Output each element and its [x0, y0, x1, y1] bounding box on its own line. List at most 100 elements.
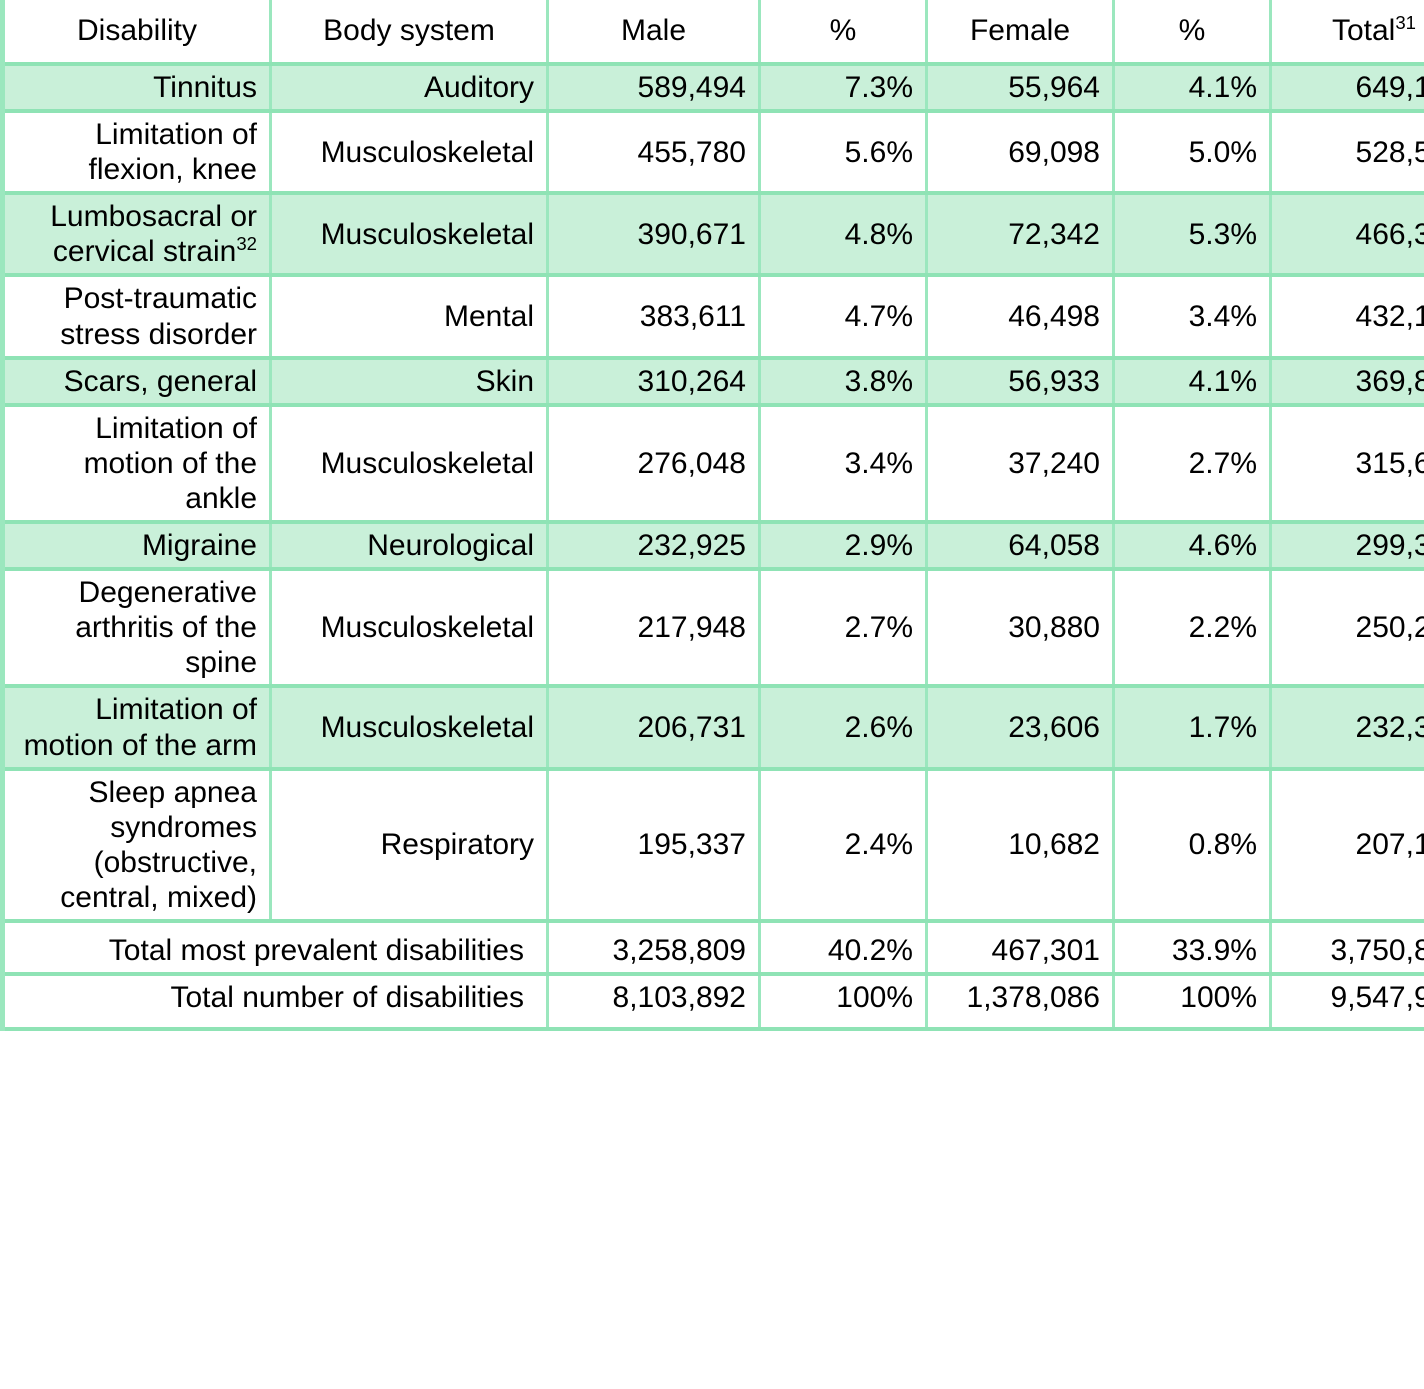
- column-header-female-percent[interactable]: %: [1113, 0, 1272, 66]
- cell-female: 55,964: [926, 64, 1115, 114]
- footer-female-pct-total-most-prevalent: 33.9%: [1113, 920, 1272, 977]
- footer-total-total-most-prevalent: 3,750,834: [1270, 920, 1424, 977]
- cell-body-system: Musculoskeletal: [270, 686, 549, 771]
- cell-male-percent: 2.6%: [759, 686, 928, 771]
- cell-male-percent: 4.7%: [759, 275, 928, 360]
- cell-male: 390,671: [547, 193, 761, 278]
- cell-body-system: Musculoskeletal: [270, 404, 549, 525]
- cell-female: 64,058: [926, 522, 1115, 572]
- footer-male-pct-total-number: 100%: [759, 974, 928, 1032]
- cell-female: 37,240: [926, 404, 1115, 525]
- cell-total: 528,592: [1270, 111, 1424, 196]
- column-header-disability[interactable]: Disability: [0, 0, 272, 66]
- cell-male-percent: 2.9%: [759, 522, 928, 572]
- cell-male-percent: 4.8%: [759, 193, 928, 278]
- cell-body-system: Mental: [270, 275, 549, 360]
- table-body: Tinnitus Auditory 589,494 7.3% 55,964 4.1% 649…: [0, 64, 1424, 923]
- column-header-total[interactable]: Total31: [1270, 0, 1424, 66]
- cell-disability: Limitation of flexion, knee: [0, 111, 272, 196]
- footer-female-total-most-prevalent: 467,301: [926, 920, 1115, 977]
- column-header-total-text: Total: [1331, 14, 1396, 48]
- cell-female-percent: 5.3%: [1113, 193, 1272, 278]
- cell-body-system: Musculoskeletal: [270, 193, 549, 278]
- table-row: Tinnitus Auditory 589,494 7.3% 55,964 4.1% 649…: [0, 64, 1424, 114]
- cell-disability-text: Lumbosacral or cervical strain: [50, 200, 257, 269]
- table-footer: Total most prevalent disabilities 3,258,…: [0, 920, 1424, 1032]
- cell-total: 299,340: [1270, 522, 1424, 572]
- cell-female: 56,933: [926, 357, 1115, 407]
- cell-body-system: Respiratory: [270, 768, 549, 923]
- column-header-male-percent[interactable]: %: [759, 0, 928, 66]
- cell-disability: Migraine: [0, 522, 272, 572]
- cell-total: 232,373: [1270, 686, 1424, 771]
- cell-female-percent: 2.7%: [1113, 404, 1272, 525]
- cell-male: 206,731: [547, 686, 761, 771]
- cell-disability: Sleep apnea syndromes (obstructive, cent…: [0, 768, 272, 923]
- footer-label-total-most-prevalent: Total most prevalent disabilities: [0, 920, 549, 977]
- footer-male-pct-total-most-prevalent: 40.2%: [759, 920, 928, 977]
- cell-total: 649,157: [1270, 64, 1424, 114]
- footer-total-total-number: 9,547,932: [1270, 974, 1424, 1032]
- cell-female-percent: 5.0%: [1113, 111, 1272, 196]
- table-row: Limitation of motion of the arm Musculosk…: [0, 686, 1424, 771]
- table-row: Sleep apnea syndromes (obstructive, cent…: [0, 768, 1424, 923]
- cell-total: 432,198: [1270, 275, 1424, 360]
- cell-male-percent: 2.7%: [759, 569, 928, 689]
- cell-total: 250,220: [1270, 569, 1424, 689]
- cell-body-system: Musculoskeletal: [270, 111, 549, 196]
- table-header: Disability Body system Male % Female % T…: [0, 0, 1424, 66]
- table-row: Limitation of motion of the ankle Musculo…: [0, 404, 1424, 525]
- cell-female: 69,098: [926, 111, 1115, 196]
- cell-male: 310,264: [547, 357, 761, 407]
- cell-female: 72,342: [926, 193, 1115, 278]
- cell-male-percent: 5.6%: [759, 111, 928, 196]
- footnote-marker-32: 32: [236, 233, 257, 255]
- table-row: Lumbosacral or cervical strain32 Musculos…: [0, 193, 1424, 278]
- cell-disability: Degenerative arthritis of the spine: [0, 569, 272, 689]
- cell-male: 589,494: [547, 64, 761, 114]
- cell-male: 455,780: [547, 111, 761, 196]
- cell-male-percent: 3.8%: [759, 357, 928, 407]
- footer-row-total-most-prevalent: Total most prevalent disabilities 3,258,…: [0, 920, 1424, 977]
- cell-body-system: Neurological: [270, 522, 549, 572]
- table-row: Migraine Neurological 232,925 2.9% 64,058 4.6…: [0, 522, 1424, 572]
- cell-disability: Lumbosacral or cervical strain32: [0, 193, 272, 278]
- cell-male: 276,048: [547, 404, 761, 525]
- cell-female-percent: 4.1%: [1113, 357, 1272, 407]
- cell-total: 466,356: [1270, 193, 1424, 278]
- prevalence-table-container: Disability Body system Male % Female % T…: [0, 0, 1424, 1389]
- cell-body-system: Auditory: [270, 64, 549, 114]
- column-header-body-system[interactable]: Body system: [270, 0, 549, 66]
- cell-female: 10,682: [926, 768, 1115, 923]
- footer-female-pct-total-number: 100%: [1113, 974, 1272, 1032]
- cell-female-percent: 3.4%: [1113, 275, 1272, 360]
- cell-total: 315,615: [1270, 404, 1424, 525]
- table-row: Scars, general Skin 310,264 3.8% 56,933 4.1% 3…: [0, 357, 1424, 407]
- footer-label-total-number: Total number of disabilities: [0, 974, 549, 1032]
- footer-male-total-most-prevalent: 3,258,809: [547, 920, 761, 977]
- cell-male-percent: 2.4%: [759, 768, 928, 923]
- cell-female: 30,880: [926, 569, 1115, 689]
- cell-disability: Limitation of motion of the ankle: [0, 404, 272, 525]
- table-row: Limitation of flexion, knee Musculoskelet…: [0, 111, 1424, 196]
- cell-disability: Post-traumatic stress disorder: [0, 275, 272, 360]
- cell-female-percent: 4.1%: [1113, 64, 1272, 114]
- cell-male-percent: 3.4%: [759, 404, 928, 525]
- cell-body-system: Skin: [270, 357, 549, 407]
- footer-male-total-number: 8,103,892: [547, 974, 761, 1032]
- cell-female-percent: 2.2%: [1113, 569, 1272, 689]
- cell-total: 369,801: [1270, 357, 1424, 407]
- footnote-marker-31: 31: [1395, 12, 1417, 34]
- cell-female-percent: 0.8%: [1113, 768, 1272, 923]
- column-header-male[interactable]: Male: [547, 0, 761, 66]
- footer-row-total-number: Total number of disabilities 8,103,892 1…: [0, 974, 1424, 1032]
- cell-total: 207,182: [1270, 768, 1424, 923]
- cell-male: 383,611: [547, 275, 761, 360]
- column-header-female[interactable]: Female: [926, 0, 1115, 66]
- cell-body-system: Musculoskeletal: [270, 569, 549, 689]
- cell-male: 217,948: [547, 569, 761, 689]
- table-row: Degenerative arthritis of the spine Muscu…: [0, 569, 1424, 689]
- cell-male: 195,337: [547, 768, 761, 923]
- cell-disability: Scars, general: [0, 357, 272, 407]
- cell-male-percent: 7.3%: [759, 64, 928, 114]
